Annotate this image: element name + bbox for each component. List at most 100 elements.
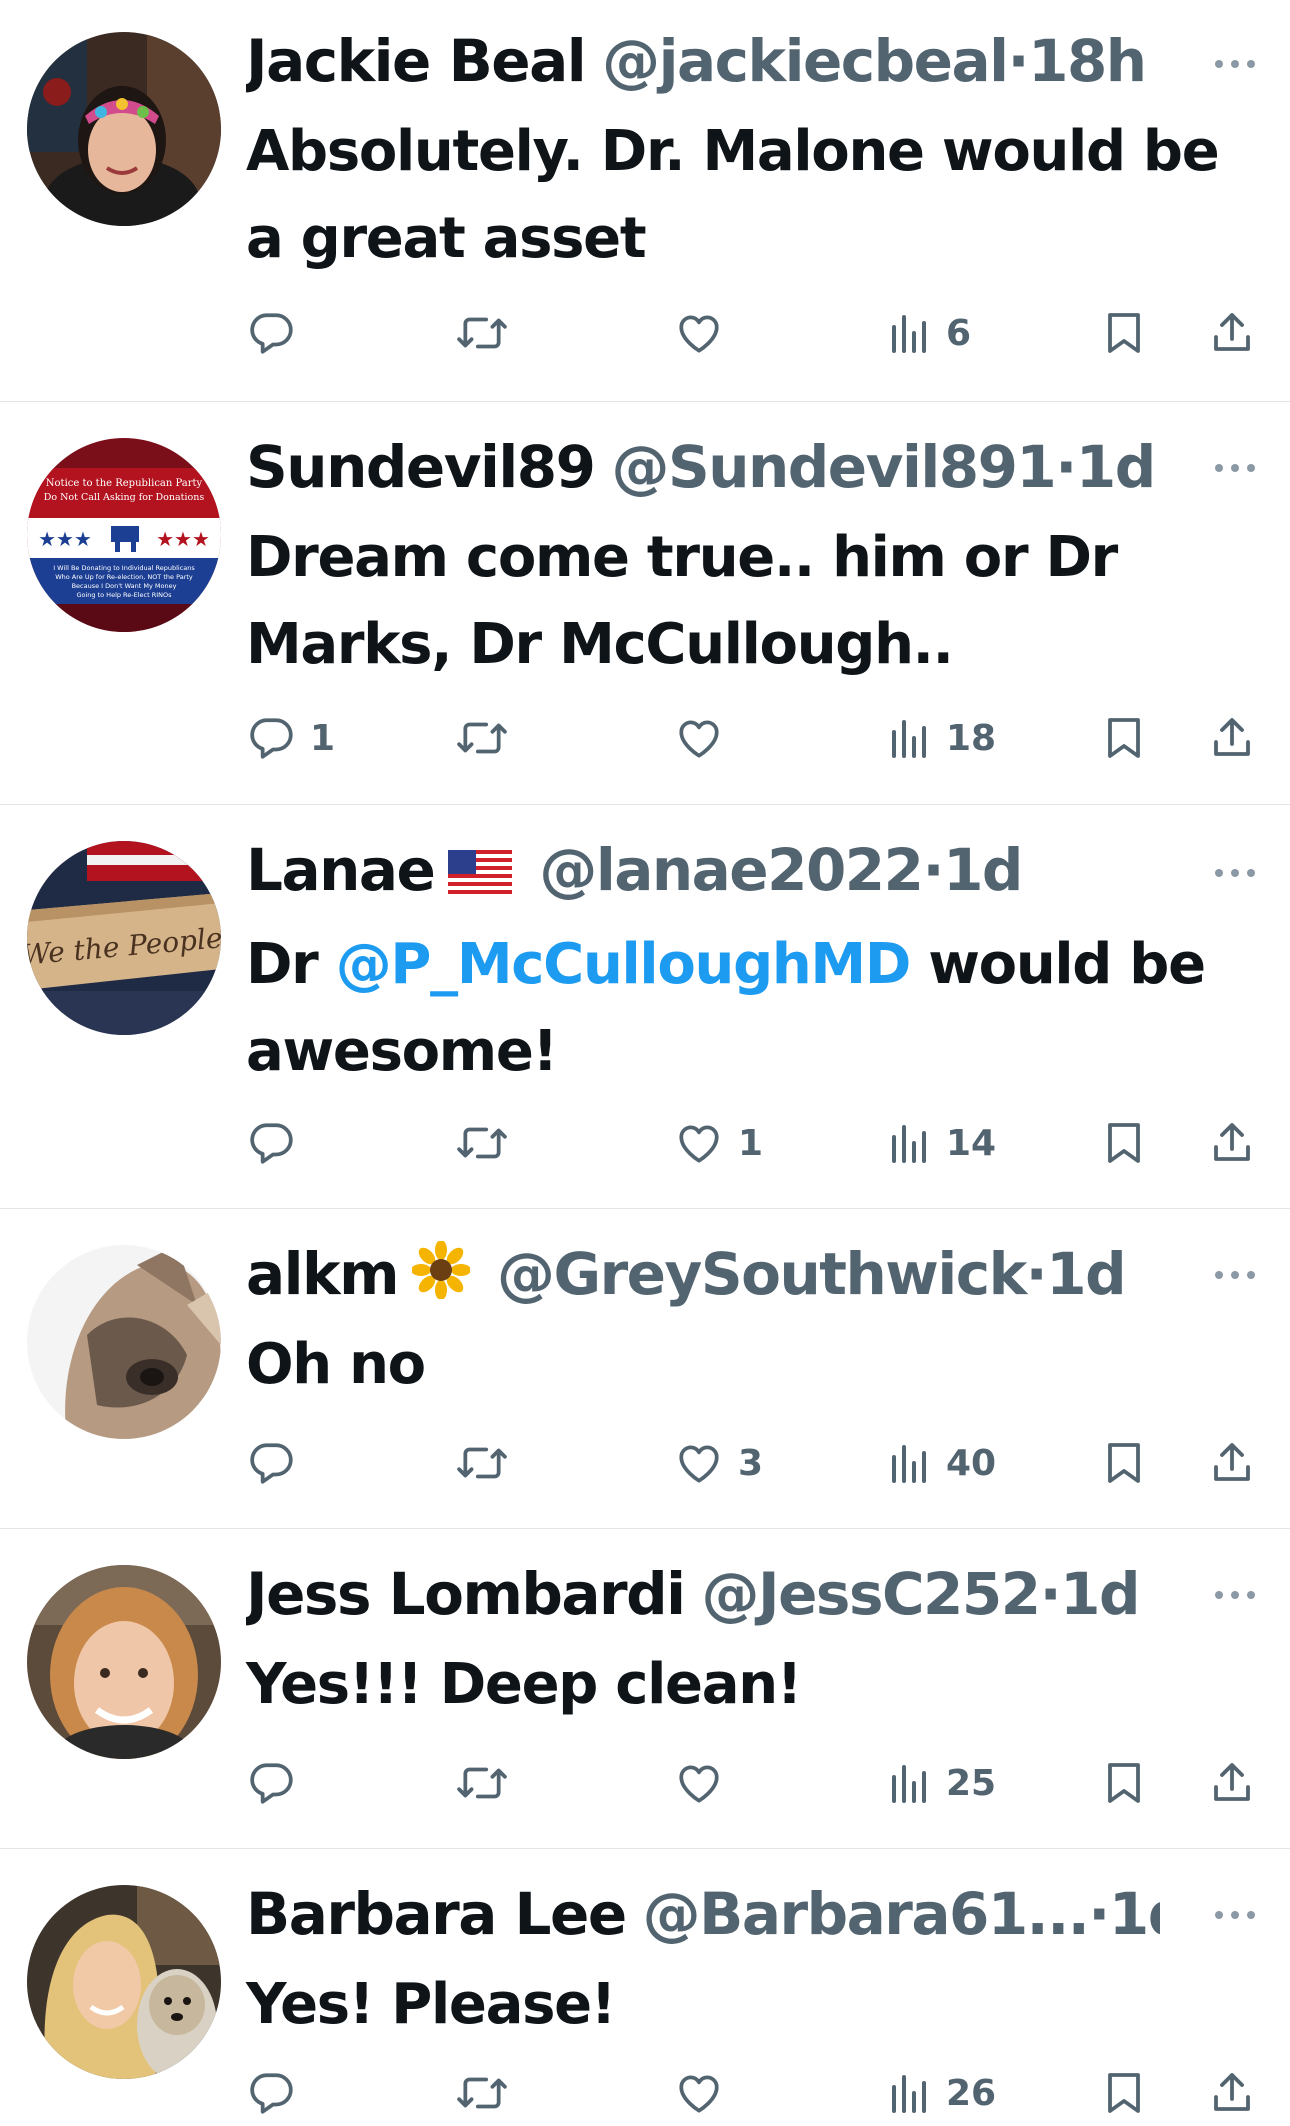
views-chart-icon: [892, 1125, 926, 1163]
avatar-image: We the People: [27, 841, 221, 1035]
avatar[interactable]: [27, 32, 221, 226]
more-dots-icon[interactable]: [1210, 448, 1260, 488]
tweet-text-line: Oh no: [246, 1332, 426, 1397]
reply-count: 1: [310, 717, 336, 759]
share-button[interactable]: [1208, 303, 1256, 363]
tweet[interactable]: alkm @GreySouthwick·1d Oh no 3 40: [0, 1209, 1290, 1529]
reply-button[interactable]: [246, 1433, 310, 1493]
reply-icon: [250, 1443, 293, 1484]
user-handle[interactable]: @GreySouthwick: [497, 1240, 1027, 1308]
share-button[interactable]: [1208, 1433, 1256, 1493]
reply-button[interactable]: [246, 2063, 310, 2123]
views-button[interactable]: 25: [888, 1753, 996, 1813]
retweet-button[interactable]: [454, 1433, 524, 1493]
views-button[interactable]: 26: [888, 2063, 996, 2123]
tweet-text: Oh no: [246, 1321, 1250, 1408]
tweet[interactable]: We the People Lanae @lanae2022·1d Dr @P_…: [0, 805, 1290, 1209]
bookmark-button[interactable]: [1102, 303, 1146, 363]
views-button[interactable]: 40: [888, 1433, 996, 1493]
separator-dot: ·: [922, 836, 945, 904]
views-chart-icon: [892, 1765, 926, 1803]
like-button[interactable]: [674, 708, 738, 768]
like-count: 3: [738, 1442, 764, 1484]
tweet[interactable]: Jess Lombardi @JessC252·1d Yes!!! Deep c…: [0, 1529, 1290, 1849]
user-handle[interactable]: @jackiecbeal: [602, 27, 1009, 95]
reply-button[interactable]: [246, 1753, 310, 1813]
avatar[interactable]: [27, 1245, 221, 1439]
views-count: 6: [946, 312, 972, 354]
timestamp[interactable]: 1d: [943, 836, 1023, 904]
tweet[interactable]: Barbara Lee @Barbara61...·1d Yes! Please…: [0, 1849, 1290, 2126]
views-count: 40: [946, 1442, 997, 1484]
more-dots-icon[interactable]: [1210, 1895, 1260, 1935]
more-dots-icon[interactable]: [1210, 44, 1260, 84]
like-button[interactable]: 1: [674, 1113, 763, 1173]
bookmark-button[interactable]: [1102, 1433, 1146, 1493]
timestamp[interactable]: 1d: [1076, 433, 1156, 501]
views-button[interactable]: 18: [888, 708, 996, 768]
bookmark-icon: [1108, 1123, 1140, 1163]
timestamp[interactable]: 18h: [1028, 27, 1147, 95]
display-name[interactable]: Barbara Lee: [246, 1880, 627, 1948]
separator-dot: ·: [1055, 433, 1077, 501]
retweet-button[interactable]: [454, 708, 524, 768]
separator-dot: ·: [1039, 1560, 1062, 1628]
tweet-actions: 26: [246, 2063, 1272, 2123]
tweet[interactable]: Notice to the Republican Party Do Not Ca…: [0, 402, 1290, 805]
timestamp[interactable]: 1d: [1060, 1560, 1140, 1628]
bookmark-button[interactable]: [1102, 2063, 1146, 2123]
share-button[interactable]: [1208, 2063, 1256, 2123]
display-name[interactable]: Lanae: [246, 836, 436, 904]
reply-button[interactable]: [246, 303, 310, 363]
more-dots-icon[interactable]: [1210, 1255, 1260, 1295]
like-button[interactable]: 3: [674, 1433, 763, 1493]
share-button[interactable]: [1208, 708, 1256, 768]
avatar-text: Because I Don't Want My Money: [72, 582, 177, 590]
tweet[interactable]: Jackie Beal @jackiecbeal·18h Absolutely.…: [0, 0, 1290, 402]
retweet-button[interactable]: [454, 1113, 524, 1173]
like-button[interactable]: [674, 2063, 738, 2123]
user-handle[interactable]: @lanae2022: [539, 836, 924, 904]
more-dots-icon[interactable]: [1210, 1575, 1260, 1615]
sunflower-icon: [411, 1240, 472, 1309]
tweet-text-segment: Dr: [246, 932, 336, 997]
bookmark-button[interactable]: [1102, 1753, 1146, 1813]
tweet-text: Yes!!! Deep clean!: [246, 1641, 1250, 1728]
share-button[interactable]: [1208, 1113, 1256, 1173]
display-name[interactable]: Jackie Beal: [246, 27, 587, 95]
avatar-image: Notice to the Republican Party Do Not Ca…: [27, 438, 221, 632]
reply-button[interactable]: [246, 1113, 310, 1173]
display-name[interactable]: Jess Lombardi: [246, 1560, 686, 1628]
bookmark-button[interactable]: [1102, 708, 1146, 768]
reply-feed: Jackie Beal @jackiecbeal·18h Absolutely.…: [0, 0, 1290, 2126]
views-count: 26: [946, 2072, 997, 2114]
display-name[interactable]: alkm: [246, 1240, 400, 1308]
user-handle[interactable]: @JessC252: [702, 1560, 1042, 1628]
mention-link[interactable]: @P_McCulloughMD: [336, 932, 912, 997]
bookmark-button[interactable]: [1102, 1113, 1146, 1173]
share-button[interactable]: [1208, 1753, 1256, 1813]
reply-button[interactable]: 1: [246, 708, 335, 768]
avatar-image: [27, 1565, 221, 1759]
display-name[interactable]: Sundevil89: [246, 433, 596, 501]
avatar[interactable]: [27, 1885, 221, 2079]
like-button[interactable]: [674, 1753, 738, 1813]
more-dots-icon[interactable]: [1210, 853, 1260, 893]
views-button[interactable]: 14: [888, 1113, 996, 1173]
svg-text:★★★: ★★★: [38, 527, 92, 551]
tweet-actions: 1 14: [246, 1113, 1272, 1173]
avatar[interactable]: We the People: [27, 841, 221, 1035]
avatar[interactable]: Notice to the Republican Party Do Not Ca…: [27, 438, 221, 632]
heart-icon: [679, 1765, 719, 1803]
timestamp[interactable]: 1d: [1109, 1880, 1160, 1948]
retweet-button[interactable]: [454, 1753, 524, 1813]
user-handle[interactable]: @Sundevil891: [611, 433, 1056, 501]
retweet-button[interactable]: [454, 2063, 524, 2123]
views-button[interactable]: 6: [888, 303, 971, 363]
retweet-icon: [457, 1767, 507, 1799]
user-handle[interactable]: @Barbara61...: [643, 1880, 1090, 1948]
avatar[interactable]: [27, 1565, 221, 1759]
retweet-button[interactable]: [454, 303, 524, 363]
like-button[interactable]: [674, 303, 738, 363]
timestamp[interactable]: 1d: [1046, 1240, 1126, 1308]
